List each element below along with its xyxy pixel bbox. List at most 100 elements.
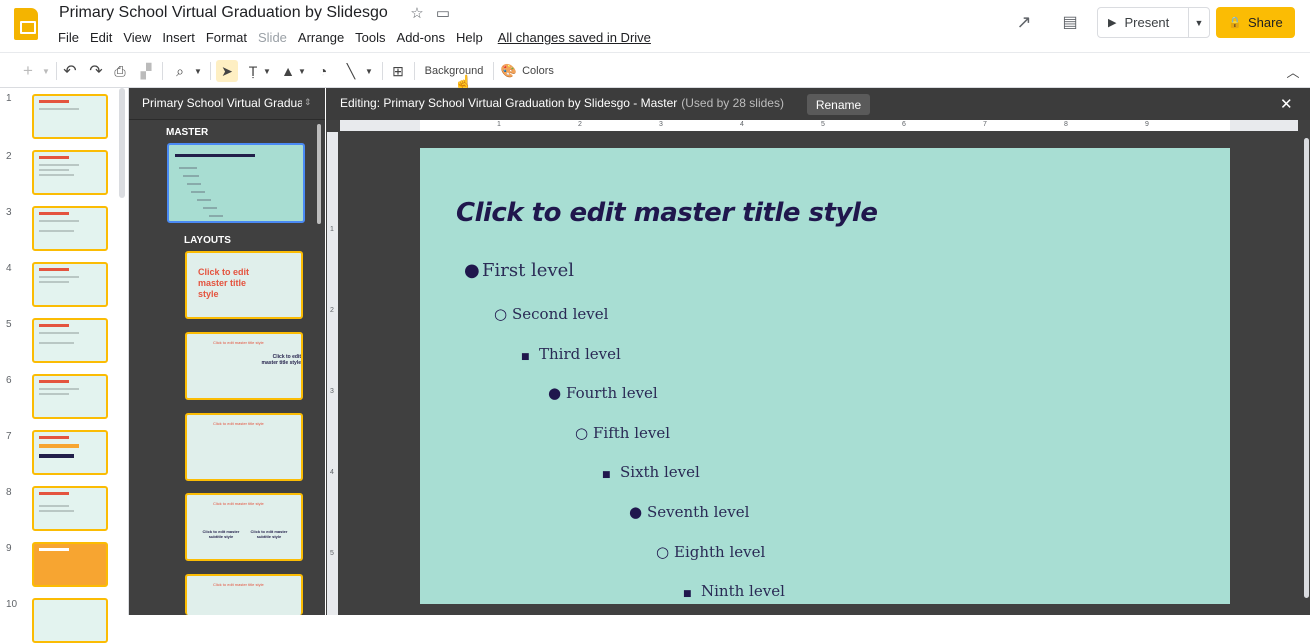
ruler-number: 1 [497, 121, 501, 128]
new-slide-dropdown-icon[interactable]: ▼ [40, 60, 52, 82]
bullet-icon: ■ [683, 589, 692, 599]
layout5-title: Click to edit master title style [213, 582, 264, 587]
menu-help[interactable]: Help [456, 30, 483, 46]
present-button[interactable]: ▶ Present ▼ [1097, 7, 1210, 38]
master-title-placeholder[interactable]: Click to edit master title style [456, 198, 878, 228]
text-box-dropdown-icon[interactable]: ▼ [262, 60, 272, 82]
paint-format-icon[interactable]: ▞ [136, 60, 156, 82]
body-level-8[interactable]: ○ Eighth level [656, 543, 765, 561]
line-dropdown-icon[interactable]: ▼ [364, 60, 374, 82]
slide-number: 5 [6, 319, 12, 330]
slide-number: 2 [6, 151, 12, 162]
slide-number: 4 [6, 263, 12, 274]
present-dropdown-icon[interactable]: ▼ [1189, 18, 1209, 28]
layout4-left: Click to edit master subtitle style [202, 529, 240, 539]
shape-icon[interactable]: ◔ [313, 60, 333, 82]
theme-chevron-icon[interactable]: ⇕ [304, 97, 312, 108]
body-level-4[interactable]: ● Fourth level [548, 384, 658, 402]
print-icon[interactable]: ⎙ [110, 60, 130, 82]
body-level-2[interactable]: ○ Second level [494, 305, 608, 323]
menu-insert[interactable]: Insert [162, 30, 195, 46]
layout-thumbnail-3[interactable]: Click to edit master title style [185, 413, 303, 481]
palette-icon[interactable]: 🎨 [500, 60, 518, 82]
body-level-7[interactable]: ● Seventh level [629, 503, 749, 521]
slide-thumbnail-10[interactable] [32, 598, 108, 643]
slide-thumbnail-8[interactable] [32, 486, 108, 531]
menu-arrange[interactable]: Arrange [298, 30, 344, 46]
slide-thumbnail-1[interactable] [32, 94, 108, 139]
slide-thumbnail-3[interactable] [32, 206, 108, 251]
text-box-icon[interactable]: Ṭ [243, 60, 263, 82]
layout-thumbnail-1[interactable]: Click to edit master title style [185, 251, 303, 319]
share-button[interactable]: 🔒 Share [1216, 7, 1295, 38]
add-comment-icon[interactable]: ⊞ [388, 60, 408, 82]
menu-tools[interactable]: Tools [355, 30, 385, 46]
redo-icon[interactable]: ↷ [86, 60, 106, 82]
slide-thumbnail-9[interactable] [32, 542, 108, 587]
slide-number: 7 [6, 431, 12, 442]
colors-button[interactable]: Colors [519, 60, 557, 82]
layout2-right: Click to edit master title style [261, 354, 301, 366]
layout-thumbnail-2[interactable]: Click to edit master title style Click t… [185, 332, 303, 400]
image-icon[interactable]: ▲ [278, 60, 298, 82]
body-level-6[interactable]: ■ Sixth level [602, 463, 700, 481]
ruler-number: 3 [659, 121, 663, 128]
comments-icon[interactable]: ▤ [1058, 10, 1082, 34]
image-dropdown-icon[interactable]: ▼ [297, 60, 307, 82]
layouts-scrollbar[interactable] [317, 124, 321, 224]
body-level-1[interactable]: ● First level [464, 260, 574, 281]
undo-icon[interactable]: ↶ [60, 60, 80, 82]
slides-logo[interactable] [14, 8, 38, 40]
ruler-number: 5 [821, 121, 825, 128]
close-icon[interactable]: ✕ [1280, 95, 1293, 113]
rename-button[interactable]: Rename [807, 94, 870, 115]
save-status-link[interactable]: All changes saved in Drive [498, 30, 651, 46]
select-cursor-icon[interactable]: ➤ [216, 60, 238, 82]
slide-thumbnail-2[interactable] [32, 150, 108, 195]
editor-scrollbar[interactable] [1304, 138, 1309, 598]
menu-edit[interactable]: Edit [90, 30, 112, 46]
level-text: Fourth level [566, 384, 658, 402]
bullet-icon: ○ [575, 424, 589, 442]
menu-view[interactable]: View [123, 30, 151, 46]
new-slide-icon[interactable]: + [18, 60, 38, 82]
star-icon[interactable]: ☆ [408, 4, 426, 22]
slide-filmstrip[interactable]: 1 2 3 4 5 6 7 8 9 10 [0, 88, 129, 643]
slide-number: 9 [6, 543, 12, 554]
editing-title: Editing: Primary School Virtual Graduati… [340, 96, 784, 110]
layout3-title: Click to edit master title style [213, 421, 264, 426]
theme-header[interactable]: Primary School Virtual Graduation by Sli… [129, 88, 325, 120]
menu-format[interactable]: Format [206, 30, 247, 46]
document-title[interactable]: Primary School Virtual Graduation by Sli… [59, 4, 388, 22]
menu-file[interactable]: File [58, 30, 79, 46]
vertical-ruler[interactable]: 1 2 3 4 5 [327, 132, 338, 615]
collapse-toolbar-icon[interactable]: ︿ [1283, 60, 1303, 82]
filmstrip-scrollbar[interactable] [119, 88, 125, 198]
ruler-number: 2 [578, 121, 582, 128]
body-level-9[interactable]: ■ Ninth level [683, 582, 785, 600]
slide-thumbnail-7[interactable] [32, 430, 108, 475]
master-thumbnail[interactable] [167, 143, 305, 223]
slide-number: 3 [6, 207, 12, 218]
bullet-icon: ○ [494, 305, 508, 323]
layout-thumbnail-5[interactable]: Click to edit master title style [185, 574, 303, 615]
master-slide-canvas[interactable]: Click to edit master title style ● First … [420, 148, 1230, 604]
horizontal-ruler[interactable]: 1 2 3 4 5 6 7 8 9 [420, 120, 1230, 131]
body-level-3[interactable]: ■ Third level [521, 345, 621, 363]
menu-slide[interactable]: Slide [258, 30, 287, 46]
lock-icon: 🔒 [1228, 17, 1242, 29]
ruler-number: 1 [330, 226, 334, 233]
activity-trend-icon[interactable]: ↗ [1012, 10, 1036, 34]
body-level-5[interactable]: ○ Fifth level [575, 424, 670, 442]
slide-thumbnail-6[interactable] [32, 374, 108, 419]
ruler-number: 2 [330, 307, 334, 314]
slide-thumbnail-4[interactable] [32, 262, 108, 307]
line-icon[interactable]: ╲ [341, 60, 361, 82]
bullet-icon: ■ [521, 352, 530, 362]
layout-thumbnail-4[interactable]: Click to edit master title style Click t… [185, 493, 303, 561]
zoom-icon[interactable]: ⌕ [170, 60, 190, 82]
zoom-dropdown-icon[interactable]: ▼ [192, 60, 204, 82]
slide-thumbnail-5[interactable] [32, 318, 108, 363]
menu-addons[interactable]: Add-ons [397, 30, 445, 46]
move-folder-icon[interactable]: ▭ [434, 4, 452, 22]
